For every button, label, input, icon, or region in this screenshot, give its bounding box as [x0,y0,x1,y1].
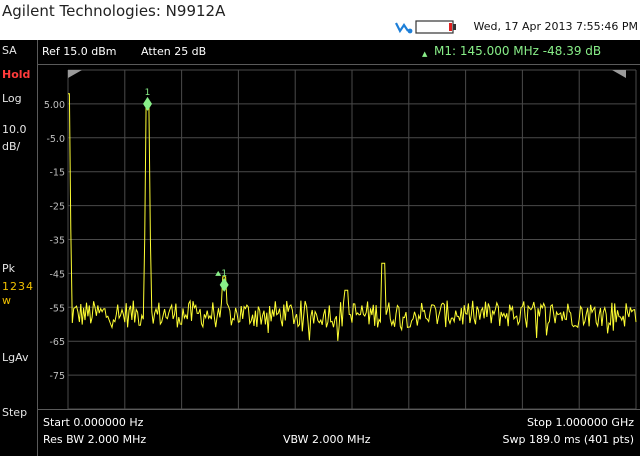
datetime: Wed, 17 Apr 2013 7:55:46 PM [473,20,638,33]
y-tick-label: -15 [49,168,65,179]
marker-diamond[interactable] [219,277,229,292]
marker-diamond[interactable] [143,96,153,111]
y-tick-label: 5.00 [44,100,65,111]
y-tick-label: -65 [49,337,65,348]
marker-label: 1 [145,88,151,98]
title-bar: Agilent Technologies: N9912A Wed, 17 Apr… [0,0,640,40]
y-tick-label: -35 [49,236,65,247]
marker-readout: M1: 145.000 MHz -48.39 dB [434,44,602,58]
detector-label: Pk [2,262,16,275]
traces-label: 1234 [2,280,34,293]
marker-label: 1 [221,269,227,279]
spectrum-plot[interactable]: 5.00 -5.0 -15 -25 -35 -45 -55 -65 -75 1 1 [38,64,640,410]
trace-state: w [2,294,11,307]
vbw: VBW 2.000 MHz [283,433,371,446]
sidebar: SA Hold Log 10.0 dB/ Pk 1234 w LgAv Step [0,40,38,456]
scale-value: 10.0 [2,123,27,136]
y-tick-label: -25 [49,202,65,213]
attenuation: Atten 25 dB [141,45,207,58]
mode-label: SA [2,44,17,57]
hold-indicator[interactable]: Hold [2,68,30,81]
battery-icon [415,20,456,34]
sweep-mode-label: Step [2,406,28,419]
y-tick-label: -45 [49,269,65,280]
left-scroll-triangle-icon [68,70,82,78]
y-tick-label: -5.0 [46,134,65,145]
app-title: Agilent Technologies: N9912A [2,2,226,20]
res-bw: Res BW 2.000 MHz [43,433,147,446]
y-tick-label: -55 [49,303,65,314]
scale-type-label: Log [2,92,22,105]
usb-icon [395,22,413,34]
analyzer-screen: SA Hold Log 10.0 dB/ Pk 1234 w LgAv Step… [0,40,640,456]
start-frequency: Start 0.000000 Hz [43,416,144,429]
ref-level: Ref 15.0 dBm [42,45,117,58]
averaging-label: LgAv [2,351,29,364]
plot-header: Ref 15.0 dBm Atten 25 dB ▲ M1: 145.000 M… [38,40,640,65]
stop-frequency: Stop 1.000000 GHz [526,416,634,429]
sweep-time: Swp 189.0 ms (401 pts) [502,433,635,446]
spectrum-svg: 5.00 -5.0 -15 -25 -35 -45 -55 -65 -75 1 1 [44,69,637,410]
right-scroll-triangle-icon [612,70,626,78]
marker-triangle-icon: ▲ [422,50,428,58]
scale-unit: dB/ [2,140,21,153]
y-tick-label: -75 [49,371,65,382]
plot-footer: Start 0.000000 Hz Stop 1.000000 GHz Res … [38,409,640,457]
